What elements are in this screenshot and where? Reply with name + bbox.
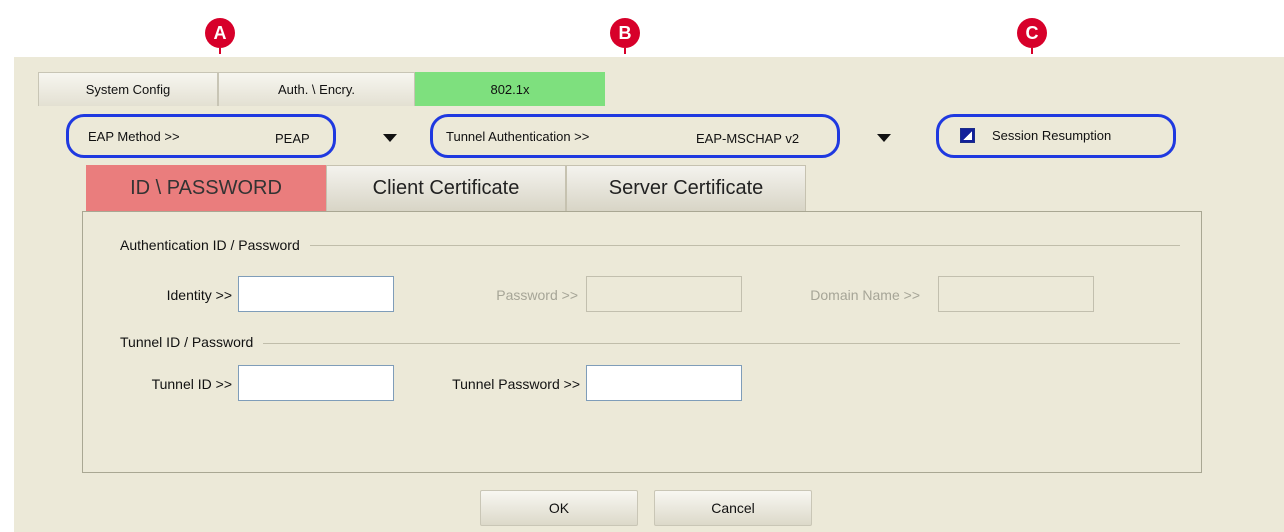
domain-name-input xyxy=(938,276,1094,312)
tunnel-password-input[interactable] xyxy=(586,365,742,401)
domain-name-label: Domain Name >> xyxy=(810,287,920,303)
session-resumption-label: Session Resumption xyxy=(992,128,1112,143)
callout-c-badge: C xyxy=(1017,18,1047,48)
tunnel-group-title: Tunnel ID / Password xyxy=(120,334,264,350)
callout-a-badge: A xyxy=(205,18,235,48)
tunnel-group-divider xyxy=(120,343,1180,344)
tab-id-password[interactable]: ID \ PASSWORD xyxy=(86,165,326,211)
eap-method-value[interactable]: PEAP xyxy=(275,131,310,146)
tunnel-id-label: Tunnel ID >> xyxy=(151,376,232,392)
tunnel-id-input[interactable] xyxy=(238,365,394,401)
identity-input[interactable] xyxy=(238,276,394,312)
tunnel-auth-dropdown-icon[interactable] xyxy=(877,134,891,142)
eap-method-label: EAP Method >> xyxy=(88,129,180,144)
tab-client-certificate[interactable]: Client Certificate xyxy=(326,165,566,211)
tunnel-auth-label: Tunnel Authentication >> xyxy=(446,129,590,144)
auth-group-title: Authentication ID / Password xyxy=(120,237,310,253)
tab-system-config[interactable]: System Config xyxy=(38,72,218,106)
password-label: Password >> xyxy=(496,287,578,303)
tab-auth-encry[interactable]: Auth. \ Encry. xyxy=(218,72,415,106)
ok-button[interactable]: OK xyxy=(480,490,638,526)
tunnel-auth-value[interactable]: EAP-MSCHAP v2 xyxy=(696,131,799,146)
identity-label: Identity >> xyxy=(166,287,232,303)
callout-b-badge: B xyxy=(610,18,640,48)
cancel-button[interactable]: Cancel xyxy=(654,490,812,526)
session-resumption-checkbox[interactable] xyxy=(960,128,975,143)
tab-server-certificate[interactable]: Server Certificate xyxy=(566,165,806,211)
tunnel-password-label: Tunnel Password >> xyxy=(452,376,580,392)
password-input xyxy=(586,276,742,312)
tab-802-1x[interactable]: 802.1x xyxy=(415,72,605,106)
eap-method-dropdown-icon[interactable] xyxy=(383,134,397,142)
